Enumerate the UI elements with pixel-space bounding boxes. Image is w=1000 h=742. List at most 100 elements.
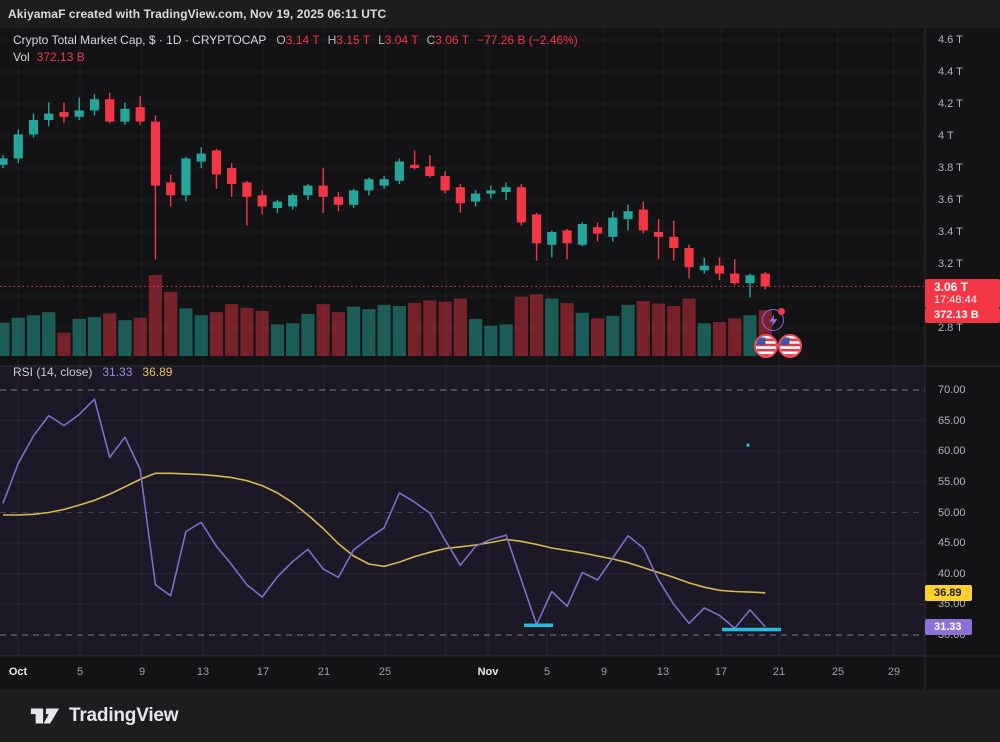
candle-body	[547, 232, 556, 245]
ohlc-value: 3.14 T	[286, 33, 320, 47]
rsi-legend[interactable]: RSI (14, close) 31.33 36.89	[13, 365, 172, 379]
volume-bar	[698, 323, 711, 356]
us-flag-glyph	[756, 336, 776, 356]
price-axis-label: 4.6 T	[938, 34, 963, 46]
time-axis-tick: 21	[773, 666, 785, 678]
candle-body	[730, 274, 739, 284]
volume-bar	[576, 313, 589, 356]
time-axis-tick: Oct	[9, 666, 27, 678]
volume-bar	[88, 317, 101, 356]
us-flag-event-icon[interactable]	[754, 334, 778, 358]
volume-bar	[347, 307, 360, 356]
volume-axis-badge: 372.13 B	[925, 308, 1000, 323]
candle-body	[242, 182, 251, 196]
price-axis-label: 2.8 T	[938, 322, 963, 334]
ohlc-value: 3.04 T	[385, 33, 419, 47]
volume-bar	[469, 319, 482, 356]
time-axis-tick: 21	[318, 666, 330, 678]
ohlc-pair: L3.04 T	[378, 33, 419, 47]
candle-body	[181, 158, 190, 195]
volume-bar	[652, 304, 665, 356]
candle-body	[456, 187, 465, 203]
candle-body	[319, 186, 328, 197]
time-axis-tick: 29	[888, 666, 900, 678]
candle-body	[349, 190, 358, 204]
volume-bar	[332, 312, 345, 356]
rsi-axis-label: 55.00	[938, 476, 966, 488]
ohlc-key: C	[427, 33, 436, 47]
time-axis-tick: 9	[139, 666, 145, 678]
rsi-axis-label: 45.00	[938, 537, 966, 549]
ohlc-value: 3.06 T	[435, 33, 469, 47]
volume-bar	[164, 292, 177, 356]
volume-bar	[195, 315, 208, 356]
volume-bar	[0, 323, 10, 356]
candle-body	[166, 182, 175, 195]
candle-body	[578, 224, 587, 245]
candle-body	[105, 99, 114, 121]
footer-bar: TradingView	[0, 690, 1000, 742]
ohlc-value: 3.15 T	[336, 33, 370, 47]
volume-bar	[73, 319, 86, 356]
candle-body	[227, 168, 236, 184]
volume-bar	[271, 325, 284, 356]
ohlc-pair: O3.14 T	[276, 33, 319, 47]
volume-bar	[682, 299, 695, 356]
volume-bar	[713, 322, 726, 356]
volume-bar	[210, 312, 223, 356]
rsi-title: RSI (14, close)	[13, 365, 92, 379]
volume-legend[interactable]: Vol 372.13 B	[13, 50, 85, 64]
candle-body	[151, 122, 160, 186]
volume-bar	[12, 318, 25, 356]
ohlc-pair: C3.06 T	[427, 33, 469, 47]
lightning-bolt-glyph	[767, 314, 780, 327]
candle-body	[684, 248, 693, 267]
candle-body	[90, 99, 99, 110]
volume-bar	[118, 320, 131, 356]
bar-countdown: 17:48:44	[934, 294, 1000, 307]
time-axis-tick: 25	[379, 666, 391, 678]
volume-bar	[439, 302, 452, 356]
volume-bar	[530, 294, 543, 356]
lightning-event-icon[interactable]	[762, 309, 784, 331]
candle-body	[44, 114, 53, 120]
time-axis-tick: 5	[77, 666, 83, 678]
candle-body	[532, 214, 541, 243]
candle-body	[425, 166, 434, 176]
tradingview-wordmark: TradingView	[69, 705, 178, 727]
volume-bar	[728, 318, 741, 356]
candle-body	[700, 266, 709, 271]
volume-bar	[545, 299, 558, 356]
rsi-axis-label: 70.00	[938, 384, 966, 396]
tradingview-logo[interactable]: TradingView	[30, 703, 178, 729]
candle-body	[593, 227, 602, 233]
time-axis-tick: 13	[197, 666, 209, 678]
time-axis-tick: 17	[715, 666, 727, 678]
volume-bar	[408, 303, 421, 356]
time-axis-tick: 17	[257, 666, 269, 678]
volume-bar	[423, 300, 436, 356]
volume-bar	[286, 323, 299, 356]
candle-body	[380, 179, 389, 185]
rsi-dot-mark	[747, 444, 750, 447]
ohlc-key: H	[328, 33, 337, 47]
candle-body	[303, 186, 312, 196]
volume-bar	[621, 305, 634, 356]
us-flag-glyph	[780, 336, 800, 356]
candle-body	[471, 194, 480, 202]
candle-body	[441, 176, 450, 190]
us-flag-event-icon[interactable]	[778, 334, 802, 358]
candle-body	[562, 230, 571, 243]
tradingview-chart-window: AkiyamaF created with TradingView.com, N…	[0, 0, 1000, 742]
time-axis-tick: 9	[601, 666, 607, 678]
volume-bar	[484, 326, 497, 356]
candle-body	[639, 210, 648, 231]
volume-bar	[560, 303, 573, 356]
candle-body	[14, 134, 23, 158]
rsi-value-badge: 31.33	[925, 619, 972, 635]
ohlc-key: O	[276, 33, 285, 47]
time-axis-tick: 5	[544, 666, 550, 678]
candle-body	[197, 154, 206, 162]
symbol-legend[interactable]: Crypto Total Market Cap, $ · 1D · CRYPTO…	[13, 33, 578, 47]
volume-bar	[149, 275, 162, 356]
